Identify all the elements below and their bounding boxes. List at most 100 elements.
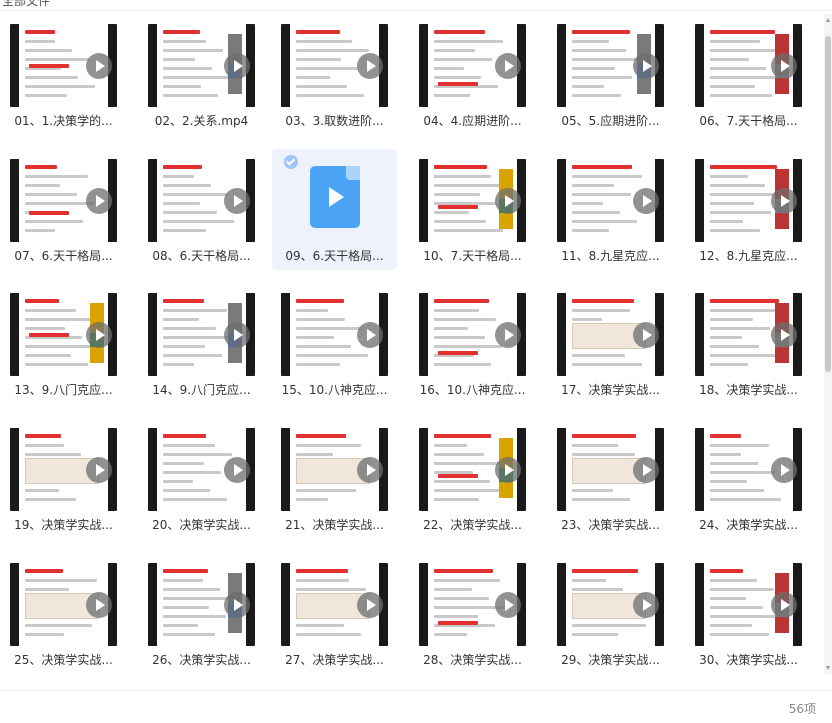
play-icon[interactable] xyxy=(86,52,112,79)
file-item[interactable]: 11、8.九星克应... xyxy=(548,149,673,270)
file-item[interactable]: 04、4.应期进阶... xyxy=(410,14,535,135)
video-thumbnail[interactable] xyxy=(148,563,255,646)
file-item[interactable]: 21、决策学实战... xyxy=(272,418,397,539)
video-thumbnail[interactable] xyxy=(281,293,388,376)
play-icon[interactable] xyxy=(224,591,250,618)
video-thumbnail[interactable] xyxy=(695,428,802,511)
play-icon[interactable] xyxy=(224,52,250,79)
video-thumbnail[interactable] xyxy=(419,563,526,646)
play-icon[interactable] xyxy=(86,321,112,348)
play-icon[interactable] xyxy=(86,456,112,483)
play-icon[interactable] xyxy=(495,456,521,483)
file-item[interactable]: 06、7.天干格局... xyxy=(686,14,811,135)
file-name: 10、7.天干格局... xyxy=(423,249,522,263)
play-icon[interactable] xyxy=(771,52,797,79)
video-thumbnail[interactable] xyxy=(419,293,526,376)
video-thumbnail[interactable] xyxy=(281,563,388,646)
play-icon[interactable] xyxy=(771,456,797,483)
play-icon[interactable] xyxy=(771,321,797,348)
video-thumbnail[interactable] xyxy=(419,24,526,107)
video-thumbnail[interactable] xyxy=(557,24,664,107)
status-bar: 56项 xyxy=(0,690,832,723)
play-icon[interactable] xyxy=(224,456,250,483)
vertical-scrollbar[interactable] xyxy=(824,14,832,674)
file-item[interactable]: 15、10.八神克应... xyxy=(272,283,397,404)
play-icon[interactable] xyxy=(495,187,521,214)
play-icon[interactable] xyxy=(633,456,659,483)
play-icon[interactable] xyxy=(224,187,250,214)
video-thumbnail[interactable] xyxy=(695,563,802,646)
play-icon[interactable] xyxy=(357,591,383,618)
file-item[interactable]: 23、决策学实战... xyxy=(548,418,673,539)
file-item[interactable]: 18、决策学实战... xyxy=(686,283,811,404)
video-thumbnail[interactable] xyxy=(281,428,388,511)
file-item[interactable]: 12、8.九星克应... xyxy=(686,149,811,270)
file-item[interactable]: 28、决策学实战... xyxy=(410,553,535,674)
play-icon[interactable] xyxy=(633,52,659,79)
breadcrumb[interactable]: 全部文件 xyxy=(2,0,50,9)
video-thumbnail[interactable] xyxy=(10,428,117,511)
file-item[interactable]: 17、决策学实战... xyxy=(548,283,673,404)
file-item[interactable]: 25、决策学实战... xyxy=(1,553,126,674)
video-thumbnail[interactable] xyxy=(10,293,117,376)
file-item[interactable]: 29、决策学实战... xyxy=(548,553,673,674)
file-item[interactable]: 09、6.天干格局... xyxy=(272,149,397,270)
play-icon[interactable] xyxy=(357,456,383,483)
video-thumbnail[interactable] xyxy=(10,24,117,107)
play-icon[interactable] xyxy=(633,187,659,214)
play-icon[interactable] xyxy=(771,591,797,618)
file-item[interactable]: 26、决策学实战... xyxy=(139,553,264,674)
file-item[interactable]: 24、决策学实战... xyxy=(686,418,811,539)
file-item[interactable]: 20、决策学实战... xyxy=(139,418,264,539)
video-thumbnail[interactable] xyxy=(695,293,802,376)
file-name: 05、5.应期进阶... xyxy=(561,114,660,128)
scroll-down-icon[interactable] xyxy=(826,666,830,670)
video-thumbnail[interactable] xyxy=(695,159,802,242)
file-item[interactable]: 02、2.关系.mp4 xyxy=(139,14,264,135)
video-thumbnail[interactable] xyxy=(281,24,388,107)
video-thumbnail[interactable] xyxy=(10,159,117,242)
file-name: 04、4.应期进阶... xyxy=(423,114,522,128)
video-thumbnail[interactable] xyxy=(148,293,255,376)
play-icon[interactable] xyxy=(495,52,521,79)
video-thumbnail[interactable] xyxy=(695,24,802,107)
file-item[interactable]: 27、决策学实战... xyxy=(272,553,397,674)
play-icon[interactable] xyxy=(771,187,797,214)
file-item[interactable]: 19、决策学实战... xyxy=(1,418,126,539)
video-thumbnail[interactable] xyxy=(419,159,526,242)
file-item[interactable]: 10、7.天干格局... xyxy=(410,149,535,270)
video-thumbnail[interactable] xyxy=(557,293,664,376)
file-item[interactable]: 22、决策学实战... xyxy=(410,418,535,539)
video-thumbnail[interactable] xyxy=(557,428,664,511)
scroll-up-icon[interactable] xyxy=(826,18,830,22)
file-item[interactable]: 30、决策学实战... xyxy=(686,553,811,674)
file-item[interactable]: 03、3.取数进阶... xyxy=(272,14,397,135)
play-icon[interactable] xyxy=(495,591,521,618)
video-thumbnail[interactable] xyxy=(148,24,255,107)
play-icon[interactable] xyxy=(633,591,659,618)
video-thumbnail[interactable] xyxy=(557,563,664,646)
file-item[interactable]: 01、1.决策学的... xyxy=(1,14,126,135)
video-thumbnail[interactable] xyxy=(10,563,117,646)
file-item[interactable]: 07、6.天干格局... xyxy=(1,149,126,270)
file-item[interactable]: 16、10.八神克应... xyxy=(410,283,535,404)
file-item[interactable]: 14、9.八门克应... xyxy=(139,283,264,404)
video-thumbnail[interactable] xyxy=(148,428,255,511)
file-item[interactable]: 05、5.应期进阶... xyxy=(548,14,673,135)
check-icon[interactable] xyxy=(284,155,298,169)
file-item[interactable]: 08、6.天干格局... xyxy=(139,149,264,270)
play-icon[interactable] xyxy=(86,187,112,214)
play-icon[interactable] xyxy=(633,321,659,348)
play-icon[interactable] xyxy=(357,52,383,79)
file-name: 22、决策学实战... xyxy=(423,518,522,532)
video-thumbnail[interactable] xyxy=(557,159,664,242)
play-icon[interactable] xyxy=(357,321,383,348)
play-icon[interactable] xyxy=(224,321,250,348)
file-name: 06、7.天干格局... xyxy=(699,114,798,128)
file-item[interactable]: 13、9.八门克应... xyxy=(1,283,126,404)
video-thumbnail[interactable] xyxy=(148,159,255,242)
video-thumbnail[interactable] xyxy=(419,428,526,511)
play-icon[interactable] xyxy=(495,321,521,348)
play-icon[interactable] xyxy=(86,591,112,618)
scroll-thumb[interactable] xyxy=(825,36,831,372)
